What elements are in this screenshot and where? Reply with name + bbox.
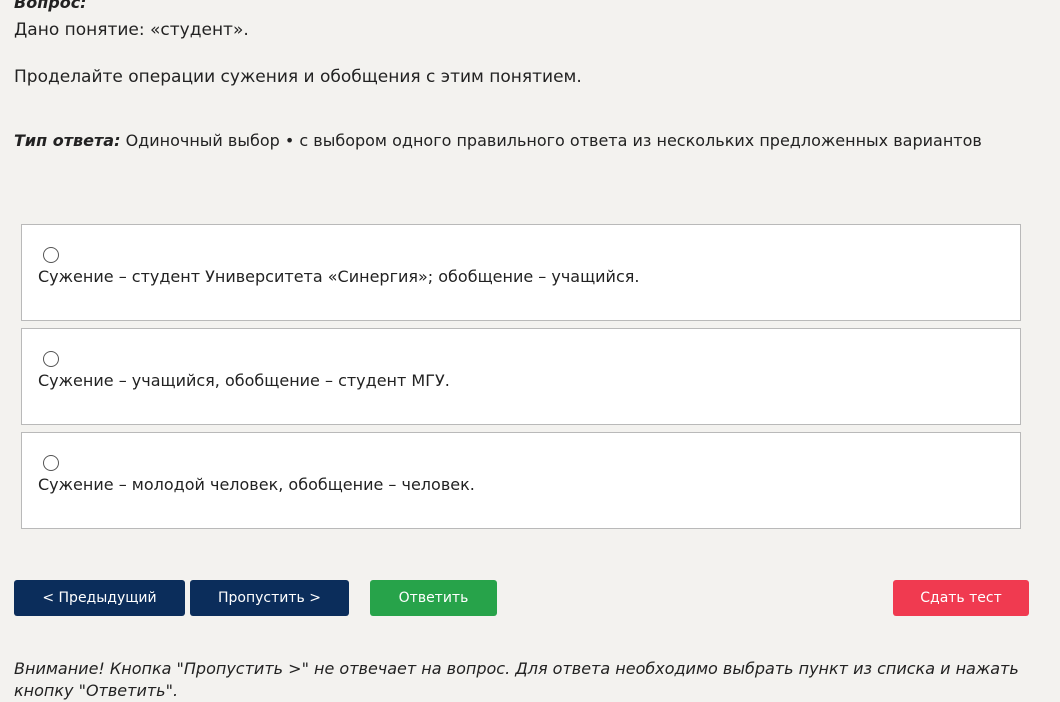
answer-options: Сужение – студент Университета «Синергия… [21,224,1021,536]
answer-type-label: Тип ответа: [14,131,121,150]
answer-option-3[interactable]: Сужение – молодой человек, обобщение – ч… [21,432,1021,529]
skip-notice: Внимание! Кнопка "Пропустить >" не отвеч… [14,659,1019,700]
previous-button[interactable]: < Предыдущий [14,580,185,616]
skip-button[interactable]: Пропустить > [190,580,349,616]
question-instruction: Проделайте операции сужения и обобщения … [14,67,582,87]
radio-button[interactable] [43,351,59,367]
radio-button[interactable] [43,455,59,471]
answer-option-1[interactable]: Сужение – студент Университета «Синергия… [21,224,1021,321]
answer-option-text: Сужение – учащийся, обобщение – студент … [38,371,450,390]
question-text: Дано понятие: «студент». [14,20,249,40]
answer-type: Тип ответа: Одиночный выбор • с выбором … [14,130,982,152]
answer-option-text: Сужение – студент Университета «Синергия… [38,267,640,286]
answer-option-text: Сужение – молодой человек, обобщение – ч… [38,475,475,494]
radio-button[interactable] [43,247,59,263]
answer-option-2[interactable]: Сужение – учащийся, обобщение – студент … [21,328,1021,425]
answer-button[interactable]: Ответить [370,580,497,616]
question-label: Вопрос: [14,0,87,12]
finish-test-button[interactable]: Сдать тест [893,580,1029,616]
answer-type-value: Одиночный выбор • с выбором одного прави… [125,131,982,150]
